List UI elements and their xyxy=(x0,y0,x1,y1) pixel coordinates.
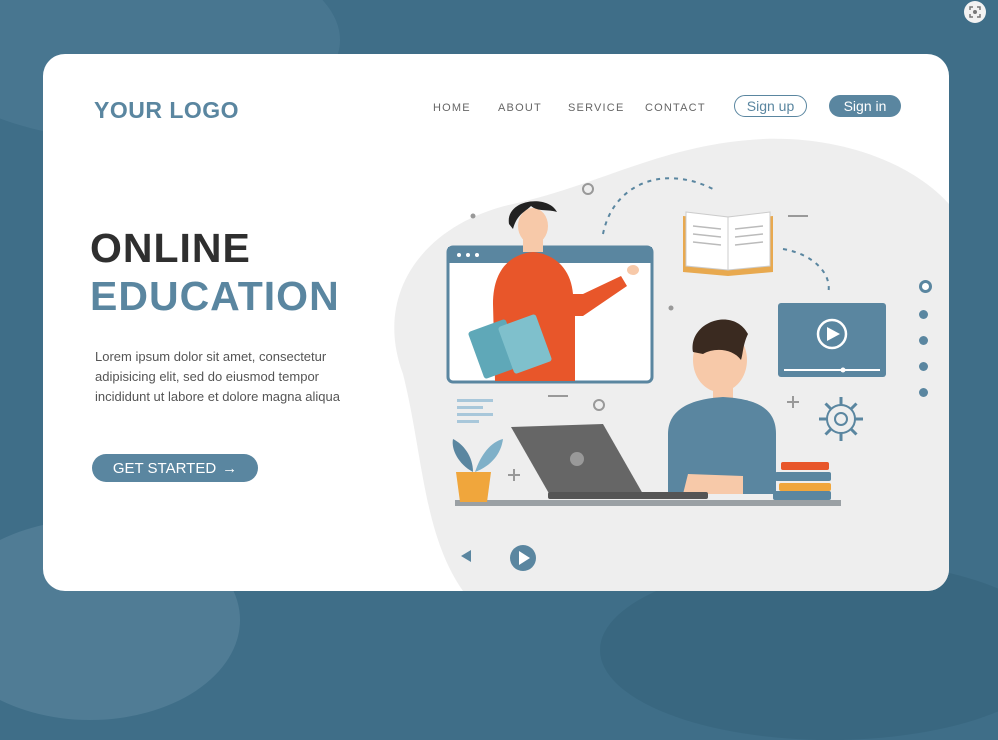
small-dot xyxy=(470,213,476,219)
lens-icon[interactable] xyxy=(958,0,992,24)
desk xyxy=(455,500,841,506)
slide-dot[interactable] xyxy=(919,362,928,371)
small-circle xyxy=(582,183,594,195)
slide-dot[interactable] xyxy=(919,388,928,397)
teacher-window xyxy=(446,201,654,384)
video-player[interactable] xyxy=(778,303,886,377)
small-dot xyxy=(668,305,674,311)
slide-indicators xyxy=(919,280,932,414)
book-icon xyxy=(683,211,773,276)
slide-dot[interactable] xyxy=(919,336,928,345)
next-play-icon[interactable] xyxy=(509,544,537,572)
student xyxy=(668,319,776,494)
plant-icon xyxy=(452,439,503,502)
illustration xyxy=(446,177,886,506)
prev-arrow-icon[interactable] xyxy=(459,548,473,564)
plus-icon xyxy=(508,469,520,481)
dashed-curve xyxy=(782,248,830,295)
landing-card: YOUR LOGO HOME ABOUT SERVICE CONTACT Sig… xyxy=(43,54,949,591)
slide-dot[interactable] xyxy=(919,310,928,319)
small-circle xyxy=(593,399,605,411)
plus-icon xyxy=(787,396,799,408)
books-stack-icon xyxy=(773,462,831,500)
slide-dot-active[interactable] xyxy=(919,280,932,293)
gear-icon xyxy=(819,397,863,441)
text-lines-icon xyxy=(457,399,493,423)
